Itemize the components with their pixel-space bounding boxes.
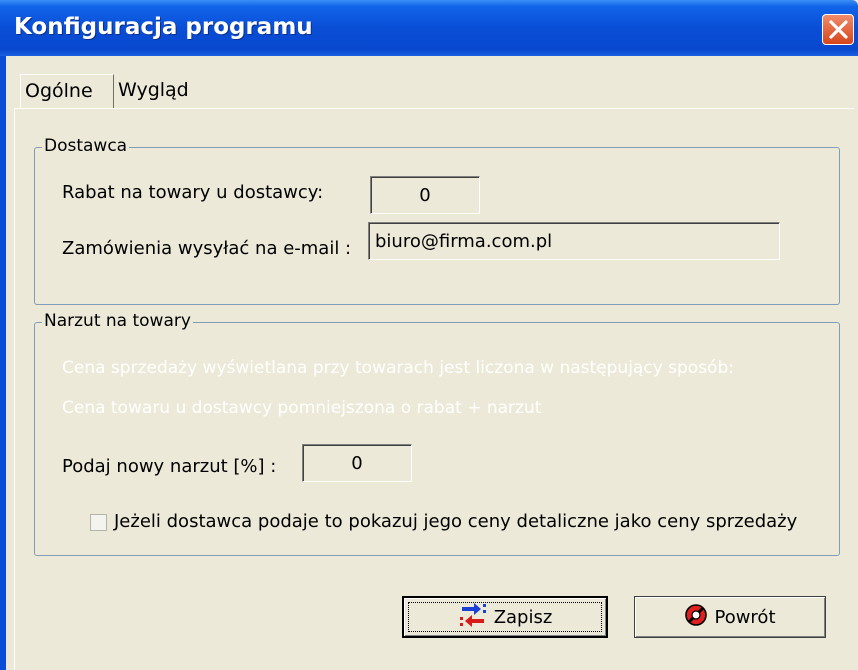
focus-ring: [408, 602, 602, 632]
price-note-line1: Cena sprzedaży wyświetlana przy towarach…: [62, 358, 734, 378]
email-label: Zamówienia wysyłać na e-mail :: [62, 238, 352, 259]
no-entry-icon: [684, 603, 708, 632]
markup-label: Podaj nowy narzut [%] :: [62, 456, 277, 477]
markup-input[interactable]: [302, 444, 412, 482]
tab-label: Ogólne: [25, 80, 93, 102]
email-input[interactable]: [368, 222, 780, 260]
discount-label: Rabat na towary u dostawcy:: [62, 182, 324, 203]
back-button[interactable]: Powrót: [634, 596, 826, 638]
window-border: [0, 56, 6, 670]
tab-general[interactable]: Ogólne: [20, 74, 114, 108]
window-title: Konfiguracja programu: [14, 14, 313, 40]
retail-price-checkbox[interactable]: [90, 514, 107, 531]
save-button[interactable]: Zapisz: [402, 596, 608, 638]
tab-label: Wygląd: [118, 79, 189, 101]
close-button[interactable]: [822, 14, 854, 45]
price-note-line2: Cena towaru u dostawcy pomniejszona o ra…: [62, 398, 542, 418]
close-icon: [829, 20, 848, 39]
back-button-label: Powrót: [714, 606, 776, 628]
markup-group-legend: Narzut na towary: [42, 311, 193, 331]
discount-input[interactable]: [370, 176, 480, 214]
config-window: Konfiguracja programu Ogólne Wygląd Dost…: [0, 0, 858, 670]
title-bar[interactable]: Konfiguracja programu: [0, 0, 858, 56]
tab-appearance[interactable]: Wygląd: [114, 74, 200, 108]
supplier-group-legend: Dostawca: [42, 136, 130, 156]
retail-price-checkbox-label[interactable]: Jeżeli dostawca podaje to pokazuj jego c…: [114, 511, 797, 532]
